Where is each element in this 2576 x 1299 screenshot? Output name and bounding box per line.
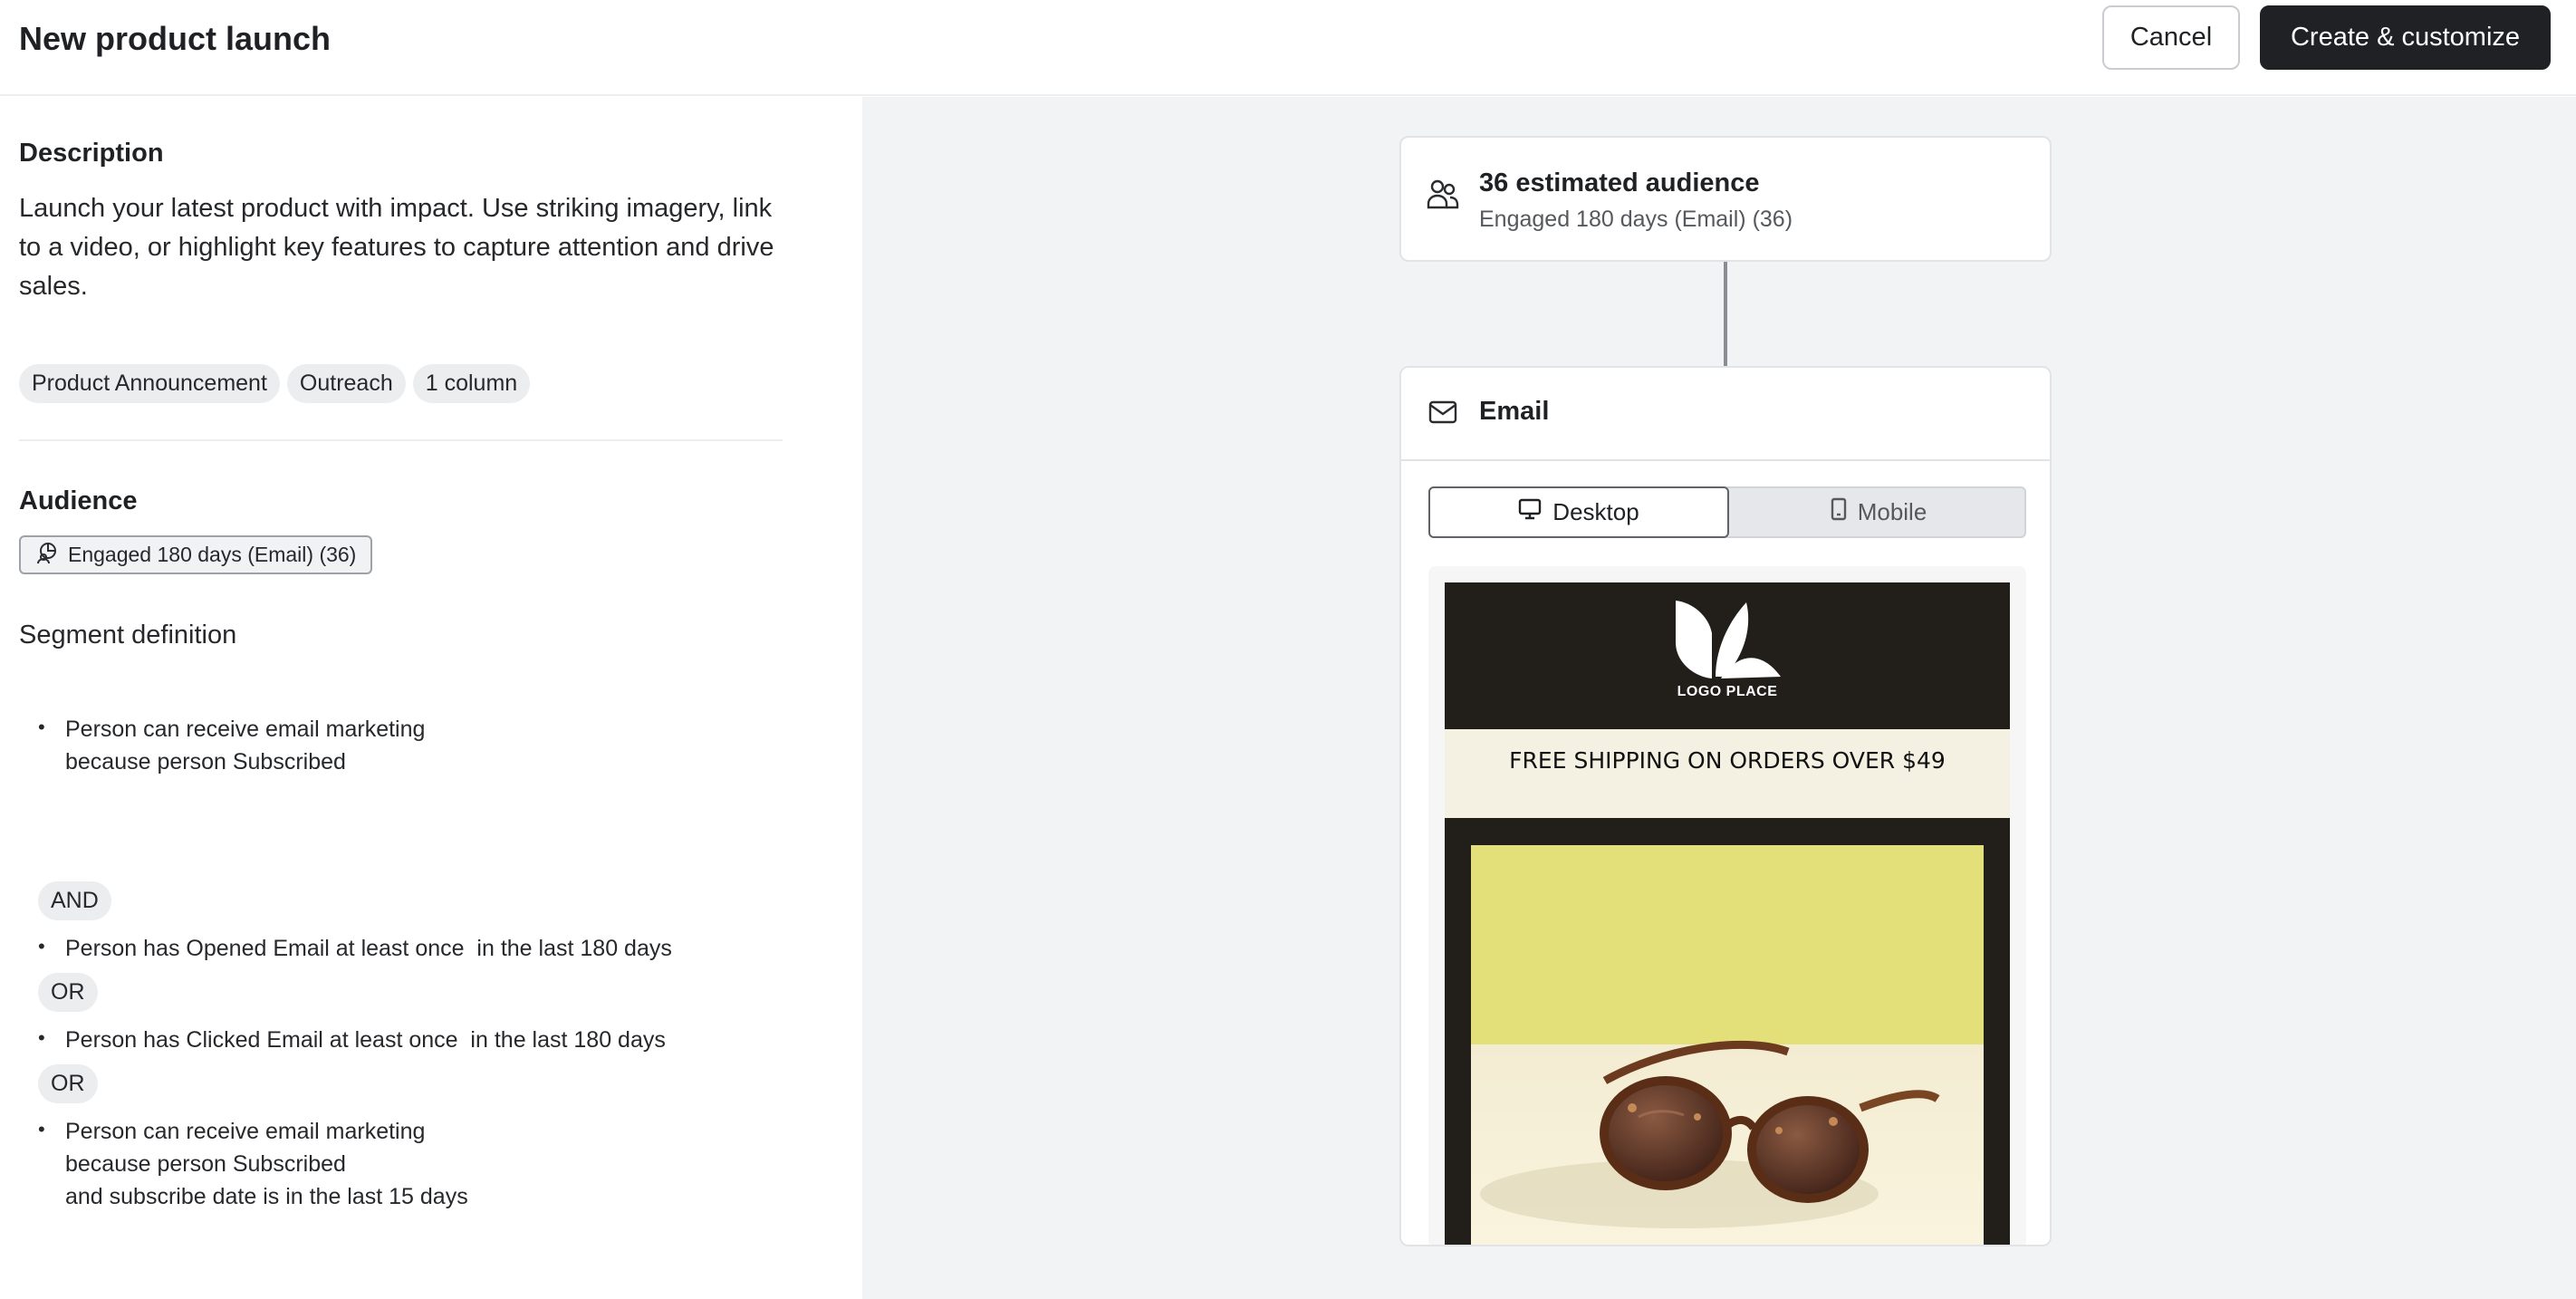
operator-or: OR (38, 1064, 98, 1103)
sunglasses-product-image (1471, 845, 1984, 1245)
people-icon (1427, 178, 1459, 214)
audience-card[interactable]: 36 estimated audience Engaged 180 days (… (1399, 136, 2052, 262)
bullet: • (38, 1118, 45, 1140)
segment-rule-text: Person can receive email marketing becau… (65, 717, 426, 775)
desktop-icon (1518, 498, 1542, 526)
segment-icon (35, 540, 61, 571)
email-card-title: Email (1479, 397, 1550, 426)
hero-image (1471, 845, 1984, 1245)
audience-count: 36 estimated audience (1479, 168, 1760, 197)
mobile-toggle-button[interactable]: Mobile (1729, 486, 2028, 538)
bullet: • (38, 1026, 45, 1049)
segment-rule: • Person can receive email marketing bec… (38, 1115, 468, 1213)
segment-definition-title: Segment definition (19, 621, 237, 650)
segment-rule: • Person has Clicked Email at least once… (38, 1024, 666, 1056)
shipping-banner: FREE SHIPPING ON ORDERS OVER $49 (1445, 729, 2010, 818)
operator-and: AND (38, 881, 111, 920)
tag: Product Announcement (19, 364, 280, 403)
desktop-label: Desktop (1552, 498, 1639, 525)
segment-rule: • Person can receive email marketing bec… (38, 713, 425, 778)
segment-rule-text: Person has Opened Email at least once in… (65, 936, 672, 961)
logo-text: LOGO PLACE (1677, 684, 1778, 699)
segment-rule: • Person has Opened Email at least once … (38, 932, 672, 965)
top-bar: New product launch Cancel Create & custo… (0, 0, 2576, 96)
create-customize-button[interactable]: Create & customize (2260, 5, 2551, 70)
email-preview-document: LOGO PLACE FREE SHIPPING ON ORDERS OVER … (1445, 582, 2010, 1245)
tag: Outreach (286, 364, 406, 403)
audience-chip[interactable]: Engaged 180 days (Email) (36) (19, 535, 373, 574)
email-card-header: Email (1401, 368, 2050, 461)
mobile-icon (1831, 497, 1847, 527)
details-panel: Description Launch your latest product w… (0, 97, 862, 1299)
tag-list: Product Announcement Outreach 1 column (19, 364, 531, 403)
email-preview[interactable]: LOGO PLACE FREE SHIPPING ON ORDERS OVER … (1428, 566, 2026, 1245)
segment-rule-text: Person has Clicked Email at least once i… (65, 1027, 666, 1053)
tag: 1 column (412, 364, 531, 403)
email-logo-band: LOGO PLACE (1445, 582, 2010, 729)
bullet: • (38, 935, 45, 957)
brand-logo-icon (1676, 601, 1781, 678)
flow-connector (1724, 262, 1727, 367)
bullet: • (38, 716, 45, 738)
mail-icon (1428, 400, 1457, 428)
mobile-label: Mobile (1857, 498, 1927, 525)
page-title: New product launch (19, 20, 332, 57)
description-text: Launch your latest product with impact. … (19, 194, 774, 301)
audience-segment-label: Engaged 180 days (Email) (36) (1479, 207, 1793, 232)
operator-or: OR (38, 973, 98, 1012)
divider (19, 439, 783, 441)
shipping-text: FREE SHIPPING ON ORDERS OVER $49 (1509, 747, 1946, 774)
email-card[interactable]: Email Desktop Mobile LOGO PLACE FREE SHI… (1399, 366, 2052, 1246)
segment-rule-text: Person can receive email marketing becau… (65, 1119, 468, 1209)
desktop-toggle-button[interactable]: Desktop (1428, 486, 1729, 538)
audience-heading: Audience (19, 486, 138, 515)
device-toggle: Desktop Mobile (1428, 486, 2026, 538)
description-heading: Description (19, 139, 164, 168)
audience-chip-label: Engaged 180 days (Email) (36) (68, 543, 357, 566)
cancel-button[interactable]: Cancel (2102, 5, 2240, 70)
